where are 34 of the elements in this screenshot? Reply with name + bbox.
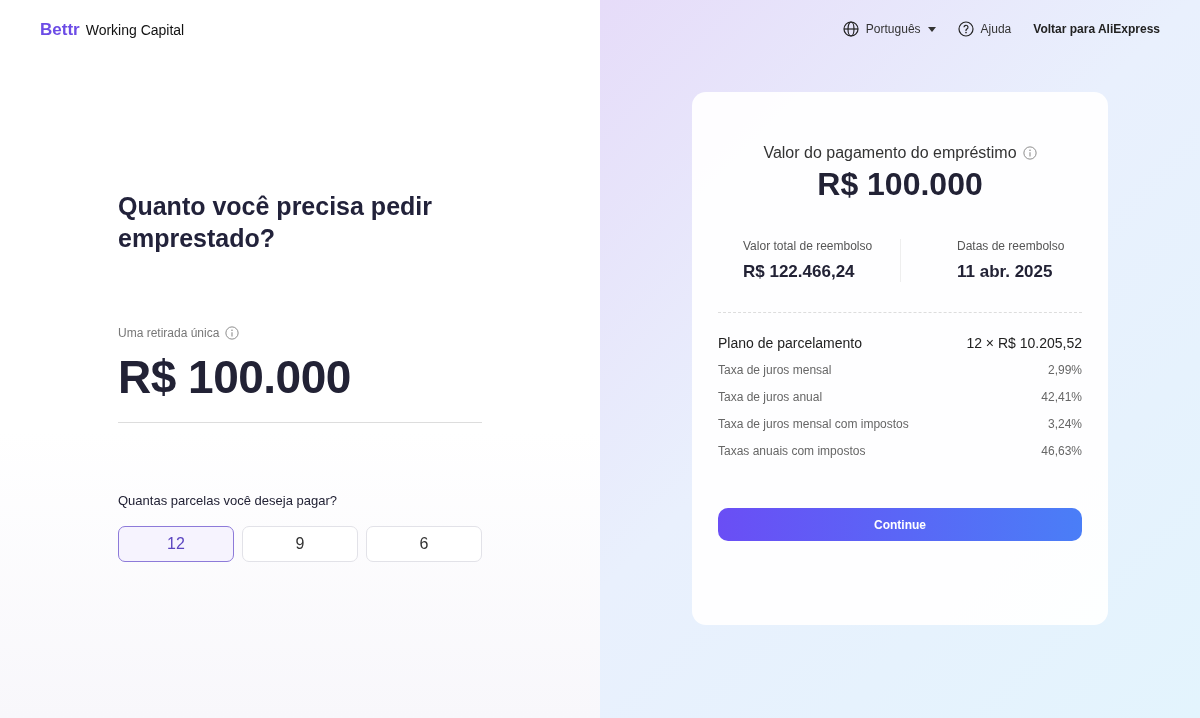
stat-label: Datas de reembolso bbox=[957, 239, 1066, 253]
stat-value: R$ 122.466,24 bbox=[743, 262, 856, 282]
rate-label: Taxa de juros anual bbox=[718, 390, 823, 404]
help-link[interactable]: Ajuda bbox=[957, 21, 1012, 37]
installment-option[interactable]: 6 bbox=[366, 526, 482, 562]
amount-value: R$ 100.000 bbox=[118, 350, 482, 423]
rate-label: Taxa de juros mensal com impostos bbox=[718, 417, 909, 431]
help-icon bbox=[957, 21, 974, 37]
info-icon bbox=[1022, 146, 1037, 160]
plan-value: 12 × R$ 10.205,52 bbox=[966, 335, 1082, 351]
rate-value: 42,41% bbox=[1041, 390, 1082, 404]
caret-icon bbox=[927, 26, 936, 32]
installment-option[interactable]: 9 bbox=[242, 526, 358, 562]
stat-label: Valor total de reembolso bbox=[743, 239, 874, 253]
info-icon bbox=[225, 326, 240, 340]
amount-label: Uma retirada única bbox=[118, 326, 220, 340]
installments-label: Quantas parcelas você deseja pagar? bbox=[118, 493, 338, 508]
back-link[interactable]: Voltar para AliExpress bbox=[1033, 22, 1160, 36]
globe-icon bbox=[842, 21, 859, 37]
language-selector[interactable]: Português bbox=[842, 21, 936, 37]
brand-logo: Bettr bbox=[40, 20, 80, 40]
stat-value: 11 abr. 2025 bbox=[957, 262, 1054, 282]
rate-value: 2,99% bbox=[1047, 363, 1082, 377]
rate-value: 46,63% bbox=[1041, 444, 1082, 458]
page-heading: Quanto você precisa pedir emprestado? bbox=[118, 191, 433, 254]
rate-label: Taxas anuais com impostos bbox=[718, 444, 866, 458]
rate-value: 3,24% bbox=[1047, 417, 1082, 431]
continue-button[interactable]: Continue bbox=[718, 508, 1082, 541]
summary-amount: R$ 100.000 bbox=[816, 166, 984, 203]
installment-option[interactable]: 12 bbox=[118, 526, 234, 562]
summary-title: Valor do pagamento do empréstimo bbox=[763, 144, 1017, 162]
plan-label: Plano de parcelamento bbox=[718, 335, 862, 351]
brand-name: Working Capital bbox=[85, 22, 185, 38]
rate-label: Taxa de juros mensal bbox=[718, 363, 832, 377]
